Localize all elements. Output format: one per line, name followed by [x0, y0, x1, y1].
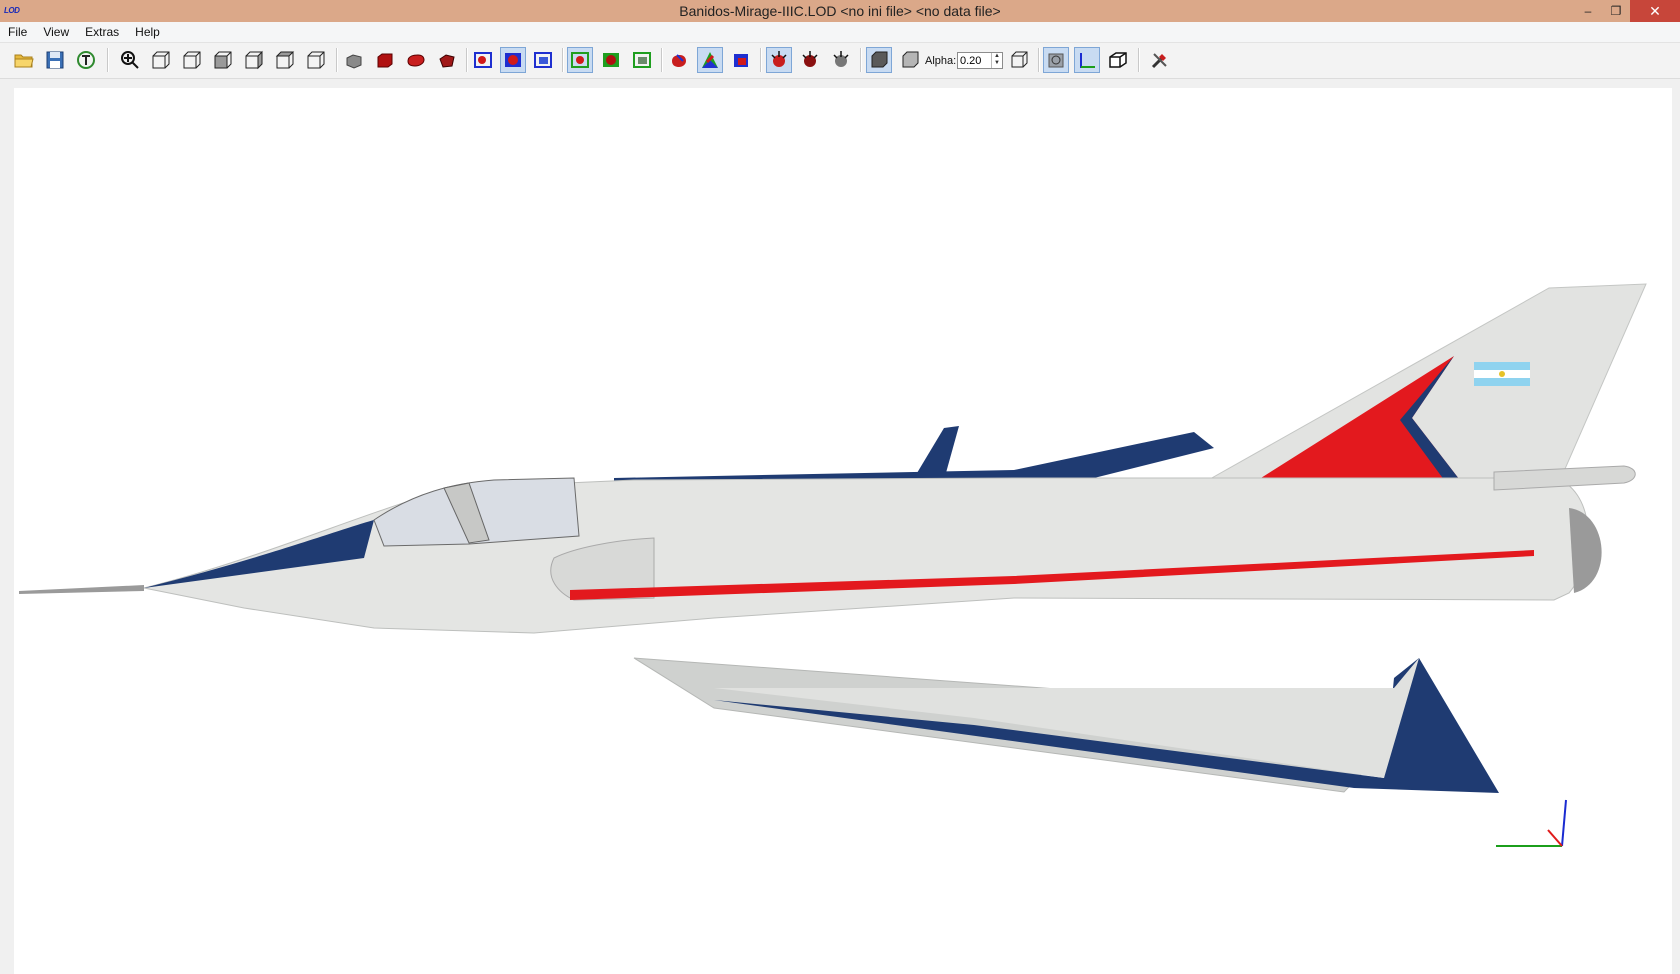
- normals-gray-icon[interactable]: [828, 47, 854, 73]
- view-top-icon[interactable]: [272, 47, 298, 73]
- normals-red-icon[interactable]: [766, 47, 792, 73]
- color-box-icon[interactable]: [728, 47, 754, 73]
- transparent-cube-icon[interactable]: [897, 47, 923, 73]
- view-right-icon[interactable]: [241, 47, 267, 73]
- menu-file[interactable]: File: [0, 22, 35, 42]
- colored-shape-icon[interactable]: [666, 47, 692, 73]
- open-folder-icon[interactable]: [11, 47, 37, 73]
- smooth-red-icon[interactable]: [403, 47, 429, 73]
- window-controls: – ❐ ✕: [1574, 0, 1680, 22]
- 3d-viewport[interactable]: [14, 88, 1672, 974]
- solid-red-icon[interactable]: [372, 47, 398, 73]
- view-front-icon[interactable]: [148, 47, 174, 73]
- solid-blue-icon[interactable]: [500, 47, 526, 73]
- view-bottom-icon[interactable]: [303, 47, 329, 73]
- spin-up-icon[interactable]: ▲: [992, 53, 1002, 60]
- title-bar: LOD Banidos-Mirage-IIIC.LOD <no ini file…: [0, 0, 1680, 22]
- alpha-spin-arrows[interactable]: ▲ ▼: [991, 53, 1002, 68]
- window-title: Banidos-Mirage-IIIC.LOD <no ini file> <n…: [679, 3, 1001, 19]
- minimize-button[interactable]: –: [1574, 0, 1602, 22]
- restore-button[interactable]: ❐: [1602, 0, 1630, 22]
- solid-green-icon[interactable]: [598, 47, 624, 73]
- spin-down-icon[interactable]: ▼: [992, 60, 1002, 67]
- save-icon[interactable]: [42, 47, 68, 73]
- tools-icon[interactable]: [1147, 47, 1173, 73]
- menu-view[interactable]: View: [35, 22, 77, 42]
- jet-nozzle: [1569, 508, 1602, 593]
- normals-dark-icon[interactable]: [797, 47, 823, 73]
- view-left-icon[interactable]: [210, 47, 236, 73]
- axis-z-line: [1547, 829, 1563, 847]
- menu-help[interactable]: Help: [127, 22, 168, 42]
- perspective-cube-icon[interactable]: [1105, 47, 1131, 73]
- wire-green-icon[interactable]: [567, 47, 593, 73]
- menu-bar: File View Extras Help: [0, 22, 1680, 43]
- aircraft-model-render[interactable]: [14, 88, 1672, 974]
- texture-reload-icon[interactable]: [73, 47, 99, 73]
- menu-extras[interactable]: Extras: [77, 22, 127, 42]
- flag-stripe-bottom: [1474, 378, 1530, 386]
- shaded-gray-icon[interactable]: [341, 47, 367, 73]
- axis-y-line: [1561, 799, 1567, 847]
- flag-sun: [1499, 371, 1505, 377]
- zoom-fit-icon[interactable]: [117, 47, 143, 73]
- wire-blue-icon[interactable]: [470, 47, 496, 73]
- alpha-input[interactable]: [960, 54, 990, 67]
- alpha-label: Alpha:: [925, 55, 957, 67]
- pitot-probe: [19, 585, 144, 594]
- flat-red-icon[interactable]: [434, 47, 460, 73]
- box-green-icon[interactable]: [629, 47, 655, 73]
- wire-cube-icon[interactable]: [1006, 47, 1032, 73]
- toolbar: Alpha: ▲ ▼: [0, 43, 1680, 79]
- axes-icon[interactable]: [1074, 47, 1100, 73]
- flag-stripe-top: [1474, 362, 1530, 370]
- alpha-spinbox[interactable]: ▲ ▼: [957, 52, 1003, 69]
- view-back-icon[interactable]: [179, 47, 205, 73]
- bounding-box-icon[interactable]: [1043, 47, 1069, 73]
- box-blue-icon[interactable]: [530, 47, 556, 73]
- close-button[interactable]: ✕: [1630, 0, 1680, 22]
- multicolor-icon[interactable]: [697, 47, 723, 73]
- solid-cube-icon[interactable]: [866, 47, 892, 73]
